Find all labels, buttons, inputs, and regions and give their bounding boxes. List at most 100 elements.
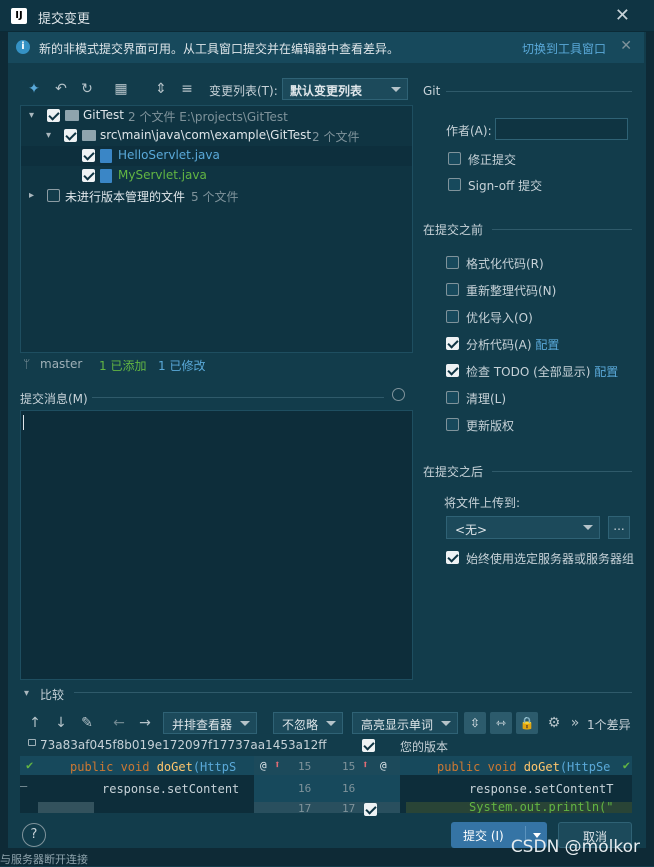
- code-line: System.out.println(": [469, 800, 614, 813]
- help-button[interactable]: ?: [22, 823, 46, 847]
- package-checkbox[interactable]: [64, 129, 77, 142]
- compare-title: 比较: [40, 688, 65, 702]
- ignore-whitespace-select[interactable]: 不忽略: [273, 712, 343, 734]
- unversioned-meta: 5 个文件: [191, 190, 239, 204]
- line-number-right: 17: [342, 802, 356, 815]
- rearrange-code-checkbox[interactable]: [446, 283, 459, 296]
- lock-icon[interactable]: 🔒: [516, 712, 538, 734]
- reformat-code-checkbox[interactable]: [446, 256, 459, 269]
- after-commit-title: 在提交之后: [423, 465, 484, 479]
- chevron-down-icon[interactable]: ▾: [29, 110, 34, 121]
- file-name: HelloServlet.java: [118, 148, 220, 162]
- file-checkbox[interactable]: [82, 169, 95, 182]
- check-icon: ✔: [26, 758, 34, 772]
- git-marker-icon: ⬆: [274, 758, 281, 771]
- check-todo-checkbox[interactable]: [446, 364, 459, 377]
- tree-row-unversioned[interactable]: ▸ 未进行版本管理的文件 5 个文件: [21, 186, 412, 206]
- rollback-icon[interactable]: ↶: [52, 80, 70, 98]
- commit-message-input[interactable]: [20, 410, 413, 680]
- intellij-icon: IJ: [11, 8, 27, 24]
- edit-source-icon[interactable]: ✎: [78, 714, 96, 732]
- signoff-checkbox[interactable]: [448, 178, 461, 191]
- browse-servers-button[interactable]: ...: [608, 516, 630, 539]
- diff-gutter: @ ⬆ 15 15 ⬆ @ 16 16 17 17: [254, 756, 400, 816]
- analyze-code-text: 分析代码(A): [466, 338, 532, 352]
- todo-configure-link[interactable]: 配置: [594, 365, 618, 379]
- tree-row-root[interactable]: ▾ GitTest 2 个文件 E:\projects\GitTest: [21, 106, 412, 126]
- banner-close-icon[interactable]: ✕: [620, 38, 632, 54]
- your-version-checkbox[interactable]: [362, 739, 375, 752]
- author-input[interactable]: [495, 118, 628, 140]
- text-caret: [23, 415, 24, 430]
- divider: [492, 471, 632, 472]
- tree-row-file[interactable]: MyServlet.java: [21, 166, 412, 186]
- history-clock-icon[interactable]: [392, 388, 405, 401]
- next-diff-icon[interactable]: ↓: [52, 714, 70, 732]
- chevron-right-icon[interactable]: ▸: [29, 190, 34, 201]
- divider: [492, 229, 632, 230]
- group-by-icon[interactable]: ▦: [112, 80, 130, 98]
- analyze-configure-link[interactable]: 配置: [535, 338, 559, 352]
- root-checkbox[interactable]: [47, 109, 60, 122]
- git-section-title: Git: [423, 84, 441, 98]
- left-code-pane[interactable]: ✔ public void doGet(HttpS response.setCo…: [20, 756, 254, 813]
- viewer-mode-select[interactable]: 并排查看器: [163, 712, 257, 734]
- tree-row-file[interactable]: HelloServlet.java: [21, 146, 412, 166]
- collapse-all-icon[interactable]: ≡: [178, 80, 196, 98]
- accept-change-checkbox[interactable]: [364, 803, 377, 816]
- code-line: public void doGet(HttpSe: [437, 760, 611, 774]
- right-code-pane[interactable]: public void doGet(HttpSe ✔ response.setC…: [400, 756, 632, 813]
- expand-all-icon[interactable]: ⇕: [152, 80, 170, 98]
- close-dialog-icon[interactable]: ✕: [615, 5, 630, 26]
- signoff-label: Sign-off 提交: [468, 179, 543, 193]
- tree-row-package[interactable]: ▾ src\main\java\com\example\GitTest 2 个文…: [21, 126, 412, 146]
- forward-arrow-icon[interactable]: →: [136, 714, 154, 732]
- prev-diff-icon[interactable]: ↑: [26, 714, 44, 732]
- amend-checkbox[interactable]: [448, 152, 461, 165]
- changelist-select[interactable]: 默认变更列表: [282, 78, 408, 100]
- line-number-right: 15: [342, 760, 356, 773]
- collapse-unchanged-icon[interactable]: ⇳: [464, 712, 486, 734]
- sync-scroll-icon[interactable]: ⇿: [490, 712, 512, 734]
- added-count: 1 已添加: [99, 359, 147, 373]
- reformat-code-label: 格式化代码(R): [466, 257, 544, 271]
- optimize-imports-label: 优化导入(O): [466, 311, 533, 325]
- analyze-code-checkbox[interactable]: [446, 337, 459, 350]
- chevron-down-icon: [240, 721, 250, 726]
- left-revision-hash: 73a83af045f8b019e172097f17737aa1453a12ff: [40, 738, 327, 752]
- cleanup-checkbox[interactable]: [446, 391, 459, 404]
- changelist-label: 变更列表(T):: [209, 84, 278, 98]
- branch-icon: ᛘ: [23, 357, 31, 371]
- show-diff-icon[interactable]: ✦: [25, 80, 43, 98]
- upload-server-select[interactable]: <无>: [446, 516, 600, 539]
- chevron-down-icon[interactable]: ▾: [46, 130, 51, 141]
- optimize-imports-checkbox[interactable]: [446, 310, 459, 323]
- more-icon[interactable]: »: [566, 714, 584, 732]
- line-number-right: 16: [342, 782, 356, 795]
- commit-label: 提交 (I): [463, 829, 504, 843]
- line-number-left: 16: [298, 782, 312, 795]
- divider: [446, 91, 632, 92]
- refresh-icon[interactable]: ↻: [78, 80, 96, 98]
- chevron-down-icon: [326, 721, 336, 726]
- code-line: public void doGet(HttpS: [70, 760, 237, 774]
- unversioned-name: 未进行版本管理的文件: [65, 190, 186, 204]
- info-icon: i: [16, 40, 30, 54]
- always-use-server-label: 始终使用选定服务器或服务器组: [466, 552, 635, 566]
- chevron-down-icon[interactable]: ▾: [24, 688, 29, 699]
- gear-icon[interactable]: ⚙: [545, 714, 563, 732]
- rearrange-code-label: 重新整理代码(N): [466, 284, 557, 298]
- highlight-mode-select[interactable]: 高亮显示单词: [352, 712, 458, 734]
- lock-icon: [28, 739, 36, 746]
- file-checkbox[interactable]: [82, 149, 95, 162]
- viewer-mode-value: 并排查看器: [172, 718, 233, 732]
- analyze-code-label: 分析代码(A) 配置: [466, 336, 559, 353]
- switch-to-toolwindow-link[interactable]: 切换到工具窗口: [522, 40, 606, 57]
- update-copyright-checkbox[interactable]: [446, 418, 459, 431]
- background-strip-right: [646, 0, 654, 866]
- always-use-server-checkbox[interactable]: [446, 551, 459, 564]
- back-arrow-icon[interactable]: ←: [110, 714, 128, 732]
- unversioned-checkbox[interactable]: [47, 189, 60, 202]
- update-copyright-label: 更新版权: [466, 419, 515, 433]
- check-todo-text: 检查 TODO (全部显示): [466, 365, 591, 379]
